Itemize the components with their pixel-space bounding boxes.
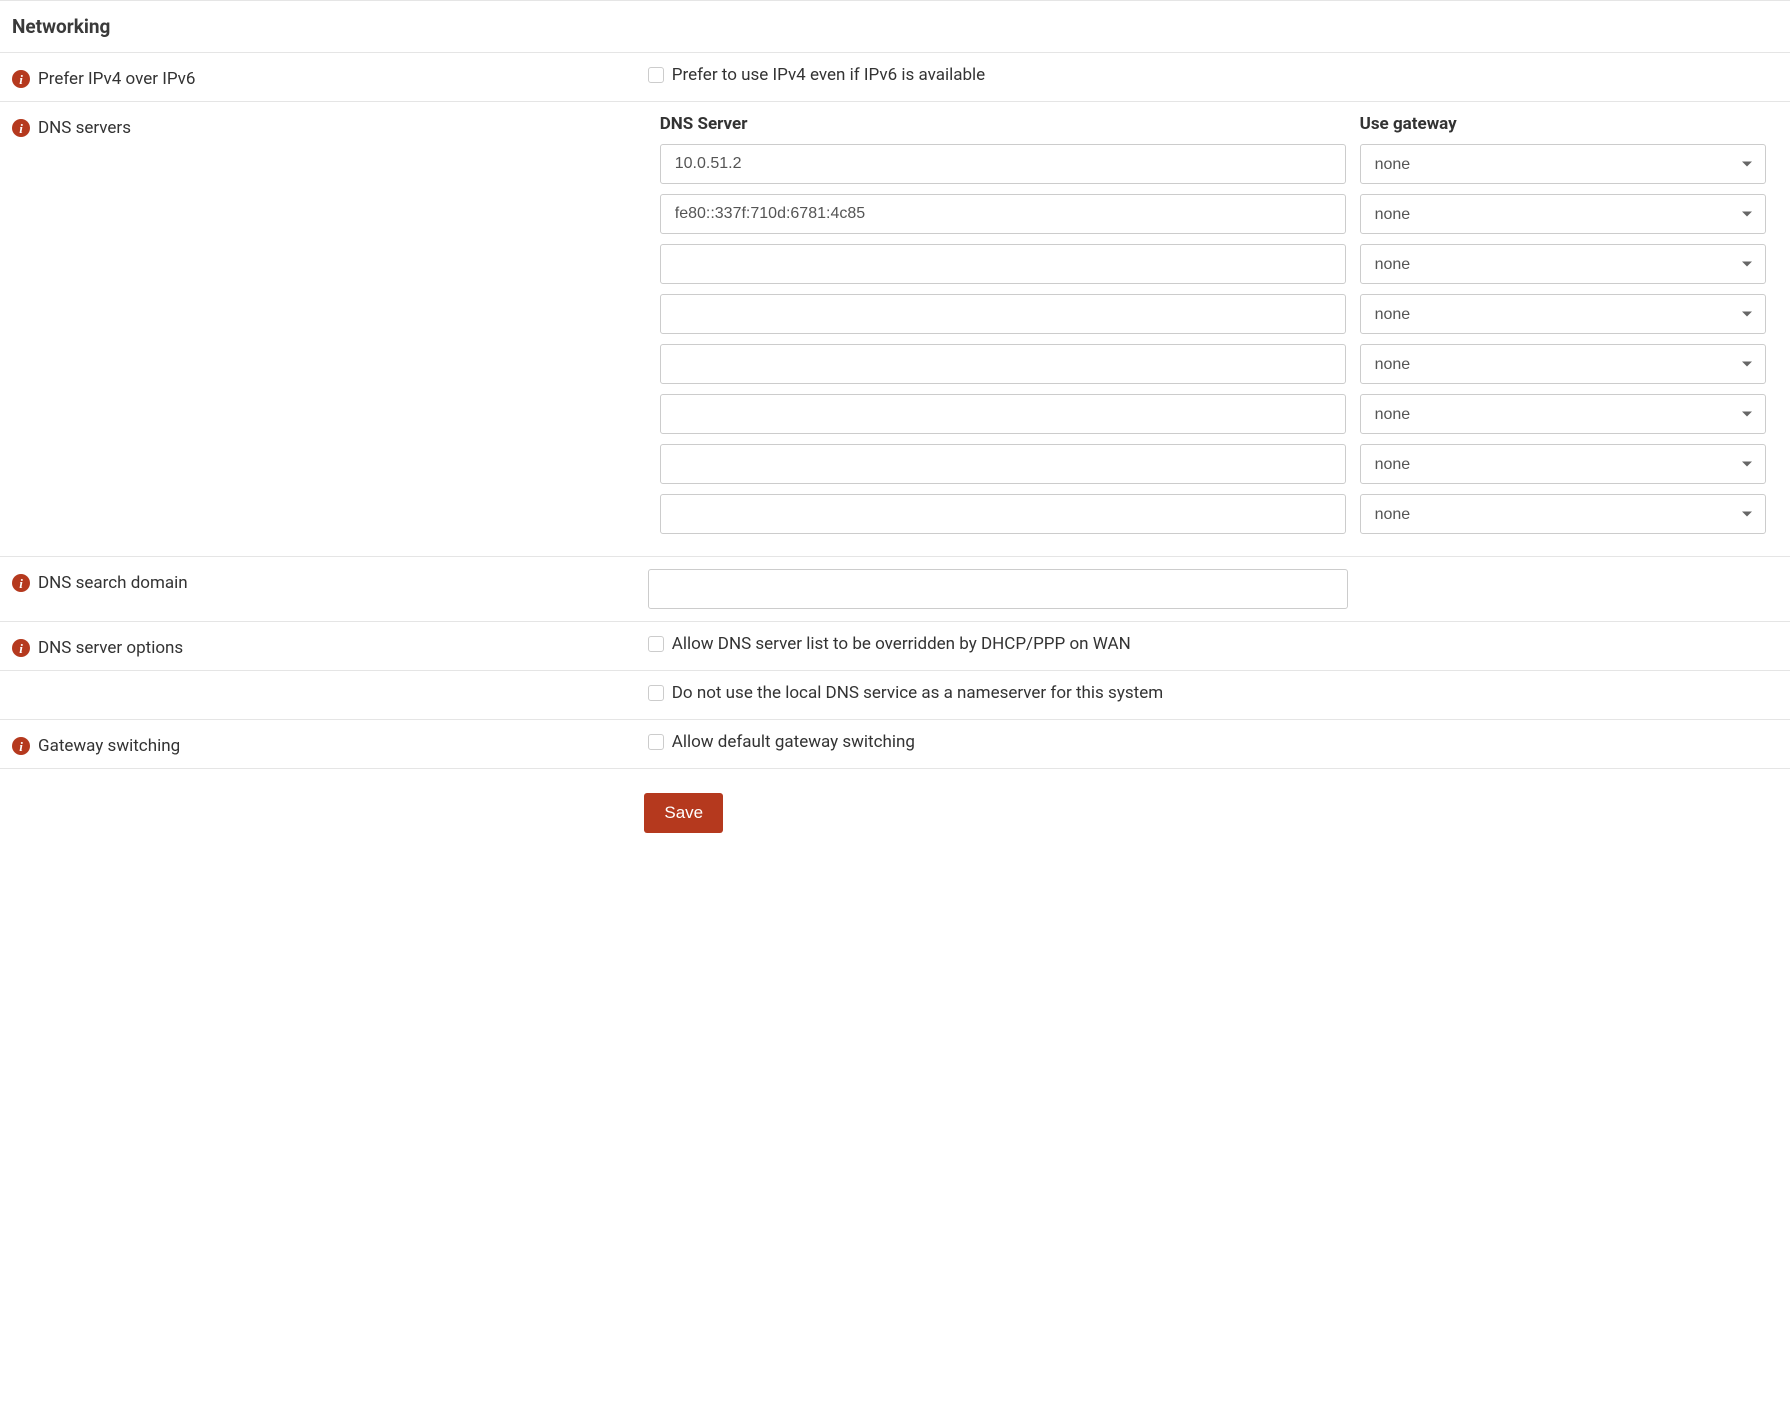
label-text: DNS servers	[38, 118, 131, 138]
checkbox-gateway-switching-wrap[interactable]: Allow default gateway switching	[648, 732, 1778, 752]
checkbox-no-local-dns-wrap[interactable]: Do not use the local DNS service as a na…	[648, 683, 1778, 703]
dns-gateway-select[interactable]: none	[1360, 444, 1766, 484]
dns-gateway-select-wrap: none	[1360, 244, 1766, 284]
dns-gateway-select-wrap: none	[1360, 294, 1766, 334]
label-text: DNS server options	[38, 638, 183, 658]
dns-row: none	[648, 394, 1778, 434]
checkbox-prefer-ipv4-wrap[interactable]: Prefer to use IPv4 even if IPv6 is avail…	[648, 65, 1778, 85]
dns-server-input[interactable]	[660, 294, 1346, 334]
button-row: Save	[0, 769, 1790, 857]
dns-row: none	[648, 344, 1778, 384]
dns-gateway-select[interactable]: none	[1360, 144, 1766, 184]
checkbox-label: Prefer to use IPv4 even if IPv6 is avail…	[672, 65, 985, 85]
dns-server-input[interactable]	[660, 344, 1346, 384]
info-icon[interactable]: i	[12, 70, 30, 88]
dns-row: none	[648, 494, 1778, 534]
info-icon[interactable]: i	[12, 639, 30, 657]
dns-gateway-select-wrap: none	[1360, 194, 1766, 234]
row-dns-servers: i DNS servers DNS Server Use gateway non…	[0, 102, 1790, 557]
dns-server-input[interactable]	[660, 494, 1346, 534]
checkbox-prefer-ipv4[interactable]	[648, 67, 664, 83]
dns-gateway-select[interactable]: none	[1360, 394, 1766, 434]
label-gateway-switching: i Gateway switching	[12, 732, 648, 756]
label-text: Prefer IPv4 over IPv6	[38, 69, 195, 89]
row-dns-server-options: i DNS server options Allow DNS server li…	[0, 622, 1790, 671]
dns-row: none	[648, 444, 1778, 484]
row-dns-server-options-2: i Do not use the local DNS service as a …	[0, 671, 1790, 720]
checkbox-no-local-dns[interactable]	[648, 685, 664, 701]
dns-row: none	[648, 194, 1778, 234]
dns-gateway-select-wrap: none	[1360, 444, 1766, 484]
checkbox-label: Allow DNS server list to be overridden b…	[672, 634, 1131, 654]
dns-gateway-select-wrap: none	[1360, 494, 1766, 534]
dns-col-server-header: DNS Server	[660, 114, 1346, 134]
dns-server-input[interactable]	[660, 444, 1346, 484]
info-icon[interactable]: i	[12, 574, 30, 592]
dns-gateway-select[interactable]: none	[1360, 294, 1766, 334]
dns-search-domain-input[interactable]	[648, 569, 1349, 609]
checkbox-dns-override[interactable]	[648, 636, 664, 652]
save-button[interactable]: Save	[644, 793, 723, 833]
label-text: Gateway switching	[38, 736, 180, 756]
checkbox-gateway-switching[interactable]	[648, 734, 664, 750]
section-title: Networking	[0, 0, 1790, 53]
dns-gateway-select[interactable]: none	[1360, 344, 1766, 384]
dns-gateway-select-wrap: none	[1360, 344, 1766, 384]
dns-gateway-select[interactable]: none	[1360, 194, 1766, 234]
dns-server-input[interactable]	[660, 394, 1346, 434]
dns-server-input[interactable]	[660, 144, 1346, 184]
label-dns-server-options: i DNS server options	[12, 634, 648, 658]
row-gateway-switching: i Gateway switching Allow default gatewa…	[0, 720, 1790, 769]
row-prefer-ipv4: i Prefer IPv4 over IPv6 Prefer to use IP…	[0, 53, 1790, 102]
label-dns-servers: i DNS servers	[12, 114, 648, 138]
label-dns-search-domain: i DNS search domain	[12, 569, 648, 593]
checkbox-dns-override-wrap[interactable]: Allow DNS server list to be overridden b…	[648, 634, 1778, 654]
dns-col-gateway-header: Use gateway	[1360, 114, 1766, 134]
row-dns-search-domain: i DNS search domain	[0, 557, 1790, 622]
dns-row: none	[648, 144, 1778, 184]
info-icon[interactable]: i	[12, 119, 30, 137]
dns-gateway-select-wrap: none	[1360, 144, 1766, 184]
dns-row: none	[648, 244, 1778, 284]
info-icon[interactable]: i	[12, 737, 30, 755]
dns-row: none	[648, 294, 1778, 334]
label-text: DNS search domain	[38, 573, 188, 593]
checkbox-label: Allow default gateway switching	[672, 732, 915, 752]
dns-table-header: DNS Server Use gateway	[648, 114, 1778, 134]
dns-server-input[interactable]	[660, 244, 1346, 284]
dns-gateway-select-wrap: none	[1360, 394, 1766, 434]
dns-gateway-select[interactable]: none	[1360, 244, 1766, 284]
dns-server-input[interactable]	[660, 194, 1346, 234]
dns-gateway-select[interactable]: none	[1360, 494, 1766, 534]
label-prefer-ipv4: i Prefer IPv4 over IPv6	[12, 65, 648, 89]
checkbox-label: Do not use the local DNS service as a na…	[672, 683, 1163, 703]
